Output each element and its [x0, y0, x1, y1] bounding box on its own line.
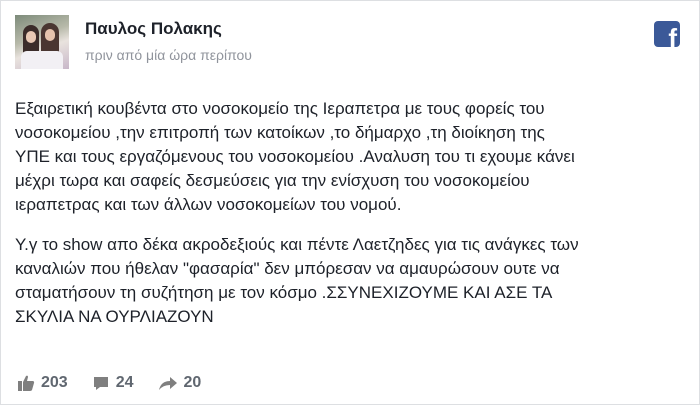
avatar[interactable] — [15, 15, 69, 69]
thumbs-up-icon — [18, 375, 35, 391]
comment-icon — [93, 377, 108, 390]
post-paragraph-1: Εξαιρετική κουβέντα στο νοσοκομείο της Ι… — [15, 97, 687, 217]
post-line: ΥΠΕ και τους εργαζόμενους του νοσοκομείο… — [15, 147, 575, 166]
post-paragraph-2: Υ.γ το show απο δέκα ακροδεξιούς και πέν… — [15, 233, 687, 329]
facebook-logo-icon[interactable]: f — [654, 21, 680, 47]
post-line: ΣΚΥΛΙΑ ΝΑ ΟΥΡΛΙΑΖΟΥΝ — [15, 307, 214, 326]
share-arrow-icon — [158, 377, 177, 390]
avatar-face-left — [26, 31, 36, 43]
author-name[interactable]: Παυλος Πολακης — [85, 19, 222, 39]
post-line: καναλιών που ήθελαν "φασαρία" δεν μπόρεσ… — [15, 259, 560, 278]
likes-count[interactable]: 203 — [17, 374, 68, 392]
post-line: νοσοκομείου ,την επιτροπή των κατοίκων ,… — [15, 123, 545, 142]
post-line: σταματήσουν τη συζήτηση με τον κόσμο .ΣΣ… — [15, 283, 553, 302]
post-line: ιεραπετρας και των άλλων νοσοκομείων του… — [15, 195, 402, 214]
likes-count-label: 203 — [41, 374, 68, 391]
post-line: Υ.γ το show απο δέκα ακροδεξιούς και πέν… — [15, 235, 579, 254]
post-timestamp[interactable]: πριν από μία ώρα περίπου — [85, 47, 252, 63]
shares-count[interactable]: 20 — [158, 374, 202, 392]
comments-count-label: 24 — [115, 374, 134, 391]
facebook-post: Παυλος Πολακης πριν από μία ώρα περίπου … — [0, 0, 700, 405]
avatar-face-right — [45, 29, 55, 41]
post-body: Εξαιρετική κουβέντα στο νοσοκομείο της Ι… — [15, 97, 687, 345]
engagement-bar: 203 24 20 — [17, 371, 225, 395]
shares-count-label: 20 — [183, 374, 202, 391]
post-line: Εξαιρετική κουβέντα στο νοσοκομείο της Ι… — [15, 99, 545, 118]
comments-count[interactable]: 24 — [92, 374, 134, 392]
avatar-clothing — [21, 51, 63, 69]
facebook-logo-letter: f — [668, 23, 677, 47]
post-line: μέχρι τωρα και σαφείς δεσμεύσεις για την… — [15, 171, 530, 190]
